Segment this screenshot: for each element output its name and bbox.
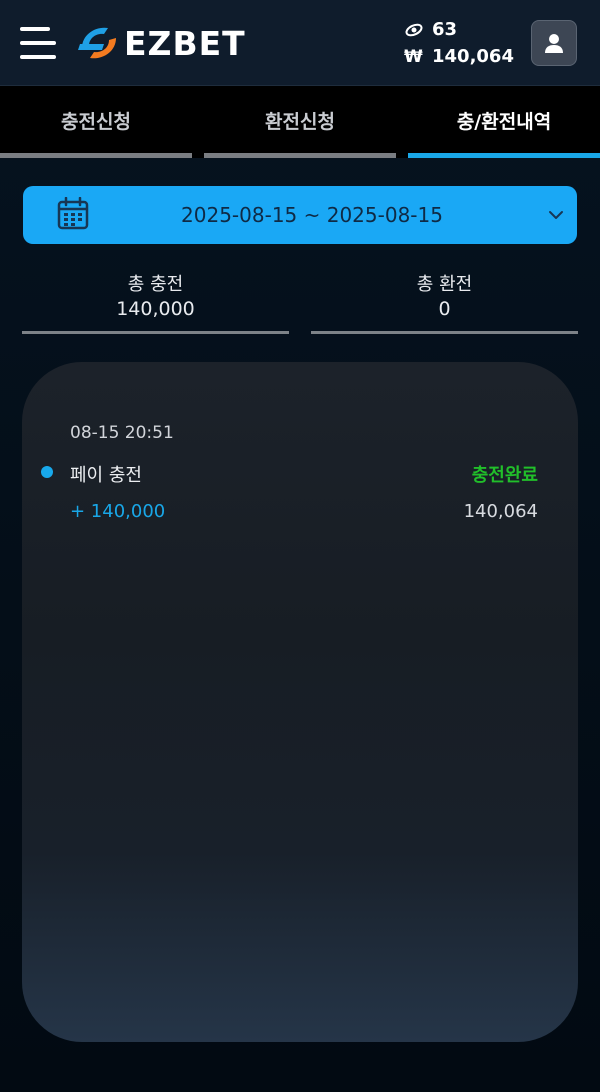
top-header: EZBET 63 ₩ 140,064 [0,0,600,86]
transaction-time: 08-15 20:51 [70,423,174,443]
tab-deposit-request[interactable]: 충전신청 [0,86,192,158]
total-withdraw-label: 총 환전 [416,274,473,295]
tab-transaction-history[interactable]: 충/환전내역 [408,86,600,158]
cash-row: ₩ 140,064 [404,43,524,70]
chevron-down-icon [549,211,563,219]
date-range-text: 2025-08-15 ~ 2025-08-15 [181,203,443,227]
e-coin-icon [404,22,426,38]
transaction-balance: 140,064 [463,501,538,522]
logo-text: EZBET [124,23,246,63]
user-icon [545,34,563,53]
total-deposit-value: 140,000 [116,298,195,320]
balance-panel: 63 ₩ 140,064 [404,16,524,70]
tab-bar: 충전신청 환전신청 충/환전내역 [0,86,600,158]
tab-label: 환전신청 [265,111,335,133]
hamburger-menu-icon[interactable] [20,27,56,61]
tab-underline [204,153,396,158]
tab-label: 충/환전내역 [456,111,552,133]
total-withdraw: 총 환전 0 [311,264,578,334]
ezbet-logo-icon [78,27,116,59]
transaction-list: 08-15 20:51 페이 충전 충전완료 + 140,000 140,064 [22,362,578,1042]
brand-logo[interactable]: EZBET [74,20,246,66]
transaction-title: 페이 충전 [70,465,142,486]
divider [311,331,578,334]
points-row: 63 [404,16,524,43]
profile-button[interactable] [531,20,577,66]
tab-underline [408,153,600,158]
tab-label: 충전신청 [61,111,131,133]
points-value: 63 [432,19,458,40]
won-currency-symbol: ₩ [404,46,423,67]
status-badge: 충전완료 [471,465,538,486]
total-deposit: 총 충전 140,000 [22,264,289,334]
cash-value: 140,064 [432,46,514,67]
divider [22,331,289,334]
tab-underline [0,153,192,158]
total-withdraw-value: 0 [438,298,451,320]
tab-withdraw-request[interactable]: 환전신청 [204,86,396,158]
date-range-picker[interactable]: 2025-08-15 ~ 2025-08-15 [23,186,577,244]
status-dot-icon [41,466,53,478]
page: EZBET 63 ₩ 140,064 충전신청 환전신청 충/환전내역 2025… [0,0,600,1092]
total-deposit-label: 총 충전 [127,274,184,295]
transaction-amount: + 140,000 [70,501,166,522]
